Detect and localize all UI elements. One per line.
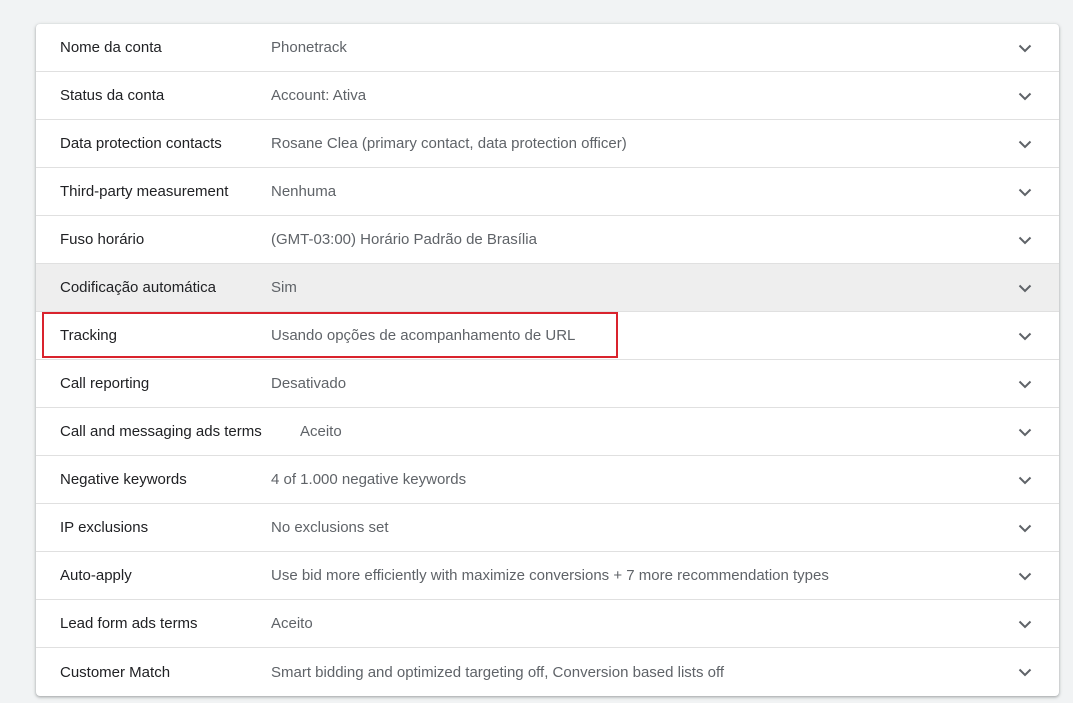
setting-label: Call reporting [60,375,150,392]
chevron-down-icon[interactable] [1017,472,1033,488]
chevron-down-icon[interactable] [1017,88,1033,104]
setting-label: Nome da conta [60,39,162,56]
chevron-down-icon[interactable] [1017,328,1033,344]
setting-value: Phonetrack [271,39,347,56]
setting-value: Use bid more efficiently with maximize c… [271,567,829,584]
setting-value: Rosane Clea (primary contact, data prote… [271,135,627,152]
setting-label: Lead form ads terms [60,615,198,632]
chevron-down-icon[interactable] [1017,376,1033,392]
setting-value: Account: Ativa [271,87,367,104]
setting-row-call-reporting[interactable]: Call reporting Desativado [36,360,1059,408]
setting-label: Data protection contacts [60,135,222,152]
setting-row-third-party-measurement[interactable]: Third-party measurement Nenhuma [36,168,1059,216]
setting-label: Call and messaging ads terms [60,423,262,440]
chevron-down-icon[interactable] [1017,568,1033,584]
chevron-down-icon[interactable] [1017,520,1033,536]
setting-value: Nenhuma [271,183,337,200]
setting-value: (GMT-03:00) Horário Padrão de Brasília [271,231,537,248]
setting-label: Fuso horário [60,231,145,248]
setting-value: Aceito [300,423,342,440]
setting-label: Third-party measurement [60,183,229,200]
setting-label: Tracking [60,327,117,344]
setting-value: Aceito [271,615,313,632]
setting-value: Desativado [271,375,347,392]
chevron-down-icon[interactable] [1017,184,1033,200]
setting-row-call-messaging-ads-terms[interactable]: Call and messaging ads terms Aceito [36,408,1059,456]
setting-row-auto-tagging[interactable]: Codificação automática Sim [36,264,1059,312]
chevron-down-icon[interactable] [1017,136,1033,152]
setting-row-time-zone[interactable]: Fuso horário (GMT-03:00) Horário Padrão … [36,216,1059,264]
setting-value: Usando opções de acompanhamento de URL [271,327,576,344]
setting-value: Smart bidding and optimized targeting of… [271,663,725,681]
chevron-down-icon[interactable] [1017,664,1033,680]
setting-label: Negative keywords [60,471,187,488]
setting-row-lead-form-ads-terms[interactable]: Lead form ads terms Aceito [36,600,1059,648]
setting-value: Sim [271,279,297,296]
setting-label: Auto-apply [60,567,132,584]
setting-row-account-status[interactable]: Status da conta Account: Ativa [36,72,1059,120]
account-settings-card: Nome da conta Phonetrack Status da conta… [36,24,1059,696]
chevron-down-icon[interactable] [1017,232,1033,248]
setting-label: Customer Match [60,663,171,681]
setting-row-ip-exclusions[interactable]: IP exclusions No exclusions set [36,504,1059,552]
setting-value: 4 of 1.000 negative keywords [271,471,467,488]
setting-row-negative-keywords[interactable]: Negative keywords 4 of 1.000 negative ke… [36,456,1059,504]
setting-row-customer-match[interactable]: Customer Match Smart bidding and optimiz… [36,648,1059,696]
setting-value: No exclusions set [271,519,389,536]
setting-row-auto-apply[interactable]: Auto-apply Use bid more efficiently with… [36,552,1059,600]
setting-label: IP exclusions [60,519,149,536]
chevron-down-icon[interactable] [1017,40,1033,56]
chevron-down-icon[interactable] [1017,616,1033,632]
setting-row-account-name[interactable]: Nome da conta Phonetrack [36,24,1059,72]
setting-label: Status da conta [60,87,165,104]
setting-label: Codificação automática [60,279,216,296]
chevron-down-icon[interactable] [1017,280,1033,296]
setting-row-data-protection-contacts[interactable]: Data protection contacts Rosane Clea (pr… [36,120,1059,168]
chevron-down-icon[interactable] [1017,424,1033,440]
setting-row-tracking[interactable]: Tracking Usando opções de acompanhamento… [36,312,1059,360]
